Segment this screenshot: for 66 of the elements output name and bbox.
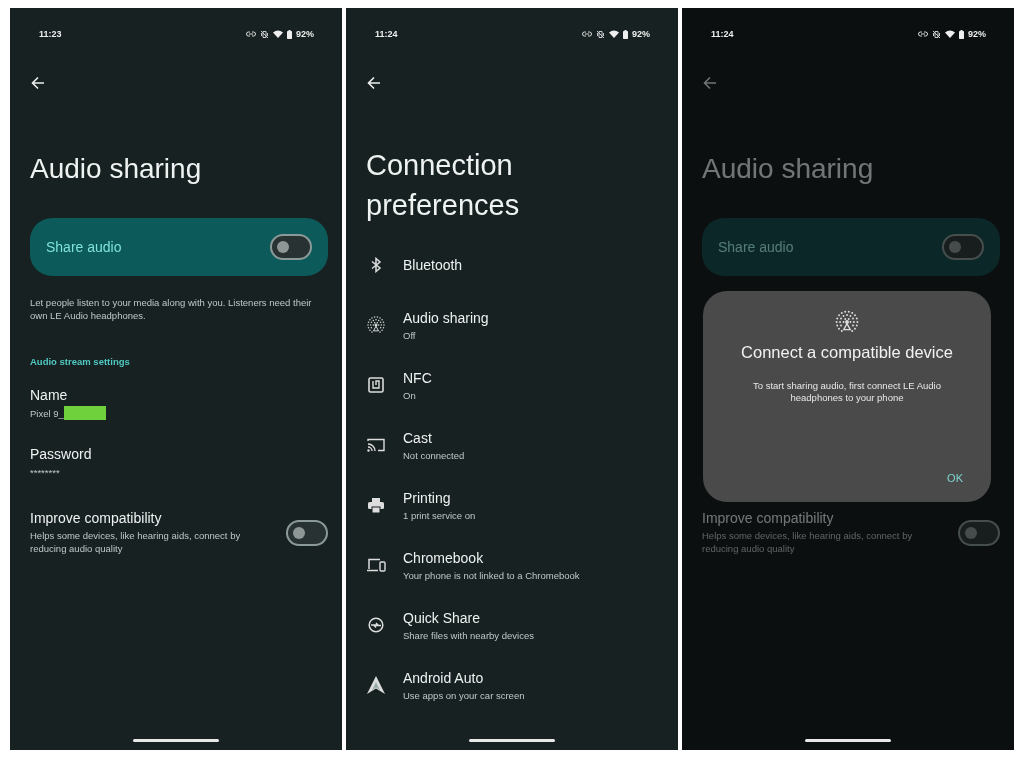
- setting-title[interactable]: Name: [30, 387, 328, 403]
- setting-title[interactable]: Cast: [403, 429, 465, 446]
- link-icon: [582, 31, 592, 37]
- setting-summary: Not connected: [403, 449, 465, 461]
- vibrate-off-icon: [596, 29, 605, 39]
- page-title: Audio sharing: [30, 152, 203, 186]
- cast-icon: [367, 438, 385, 452]
- battery-icon: [959, 29, 964, 39]
- battery-icon: [287, 29, 292, 39]
- setting-summary: Helps some devices, like hearing aids, connect by reducing audio quality: [30, 529, 242, 555]
- battery-level: 92%: [968, 29, 986, 39]
- setting-title[interactable]: NFC: [403, 369, 432, 386]
- wifi-icon: [273, 30, 283, 38]
- setting-title[interactable]: Android Auto: [403, 669, 525, 686]
- setting-title[interactable]: Password: [30, 446, 328, 462]
- bluetooth-icon: [370, 257, 382, 273]
- battery-level: 92%: [296, 29, 314, 39]
- setting-summary: Share files with nearby devices: [403, 629, 534, 641]
- dialog-title: Connect a compatible device: [741, 343, 953, 362]
- setting-title[interactable]: Chromebook: [403, 549, 580, 566]
- quick-share-icon: [368, 617, 384, 633]
- setting-value: Pixel 9_: [30, 407, 64, 419]
- ok-button[interactable]: OK: [941, 468, 969, 488]
- wifi-icon: [609, 30, 619, 38]
- page-title: Audio sharing: [702, 152, 875, 186]
- toggle-switch[interactable]: [286, 519, 328, 546]
- vibrate-off-icon: [932, 29, 941, 39]
- link-icon: [246, 31, 256, 37]
- status-time: 11:23: [39, 29, 62, 39]
- setting-title[interactable]: Bluetooth: [403, 257, 463, 273]
- setting-summary: Your phone is not linked to a Chromebook: [403, 569, 580, 581]
- status-time: 11:24: [375, 29, 398, 39]
- broadcast-icon: [834, 309, 860, 335]
- battery-icon: [623, 29, 628, 39]
- share-audio-label: Share audio: [46, 239, 122, 255]
- setting-title[interactable]: Quick Share: [403, 609, 534, 626]
- share-audio-card[interactable]: Share audio: [30, 218, 328, 276]
- dialog-message: To start sharing audio, first connect LE Audio headphones to your phone: [752, 380, 942, 404]
- description-text: Let people listen to your media along with you. Listeners need their own LE Audio headphones.: [30, 296, 313, 322]
- redaction-block: [63, 406, 106, 420]
- setting-summary: Off: [403, 329, 417, 341]
- setting-title[interactable]: Printing: [403, 489, 476, 506]
- setting-value: ********: [30, 466, 60, 478]
- printer-icon: [368, 497, 384, 513]
- section-header: Audio stream settings: [30, 356, 131, 367]
- toggle-switch[interactable]: [270, 234, 312, 260]
- status-time: 11:24: [711, 29, 734, 39]
- back-arrow-icon[interactable]: [367, 76, 381, 90]
- share-audio-label: Share audio: [718, 239, 794, 255]
- setting-summary: Helps some devices, like hearing aids, connect by reducing audio quality: [702, 529, 914, 555]
- setting-summary: 1 print service on: [403, 509, 476, 521]
- setting-summary: On: [403, 389, 417, 401]
- vibrate-off-icon: [260, 29, 269, 39]
- laptop-phone-icon: [366, 558, 386, 572]
- android-auto-icon: [367, 676, 385, 694]
- setting-summary: Use apps on your car screen: [403, 689, 525, 701]
- link-icon: [918, 31, 928, 37]
- page-title: Connection preferences: [366, 148, 521, 223]
- setting-title[interactable]: Improve compatibility: [702, 510, 927, 526]
- back-arrow-icon[interactable]: [31, 76, 45, 90]
- setting-title[interactable]: Improve compatibility: [30, 510, 255, 526]
- setting-title[interactable]: Audio sharing: [403, 309, 489, 326]
- nfc-icon: [368, 377, 384, 393]
- battery-level: 92%: [632, 29, 650, 39]
- broadcast-icon: [366, 315, 386, 335]
- wifi-icon: [945, 30, 955, 38]
